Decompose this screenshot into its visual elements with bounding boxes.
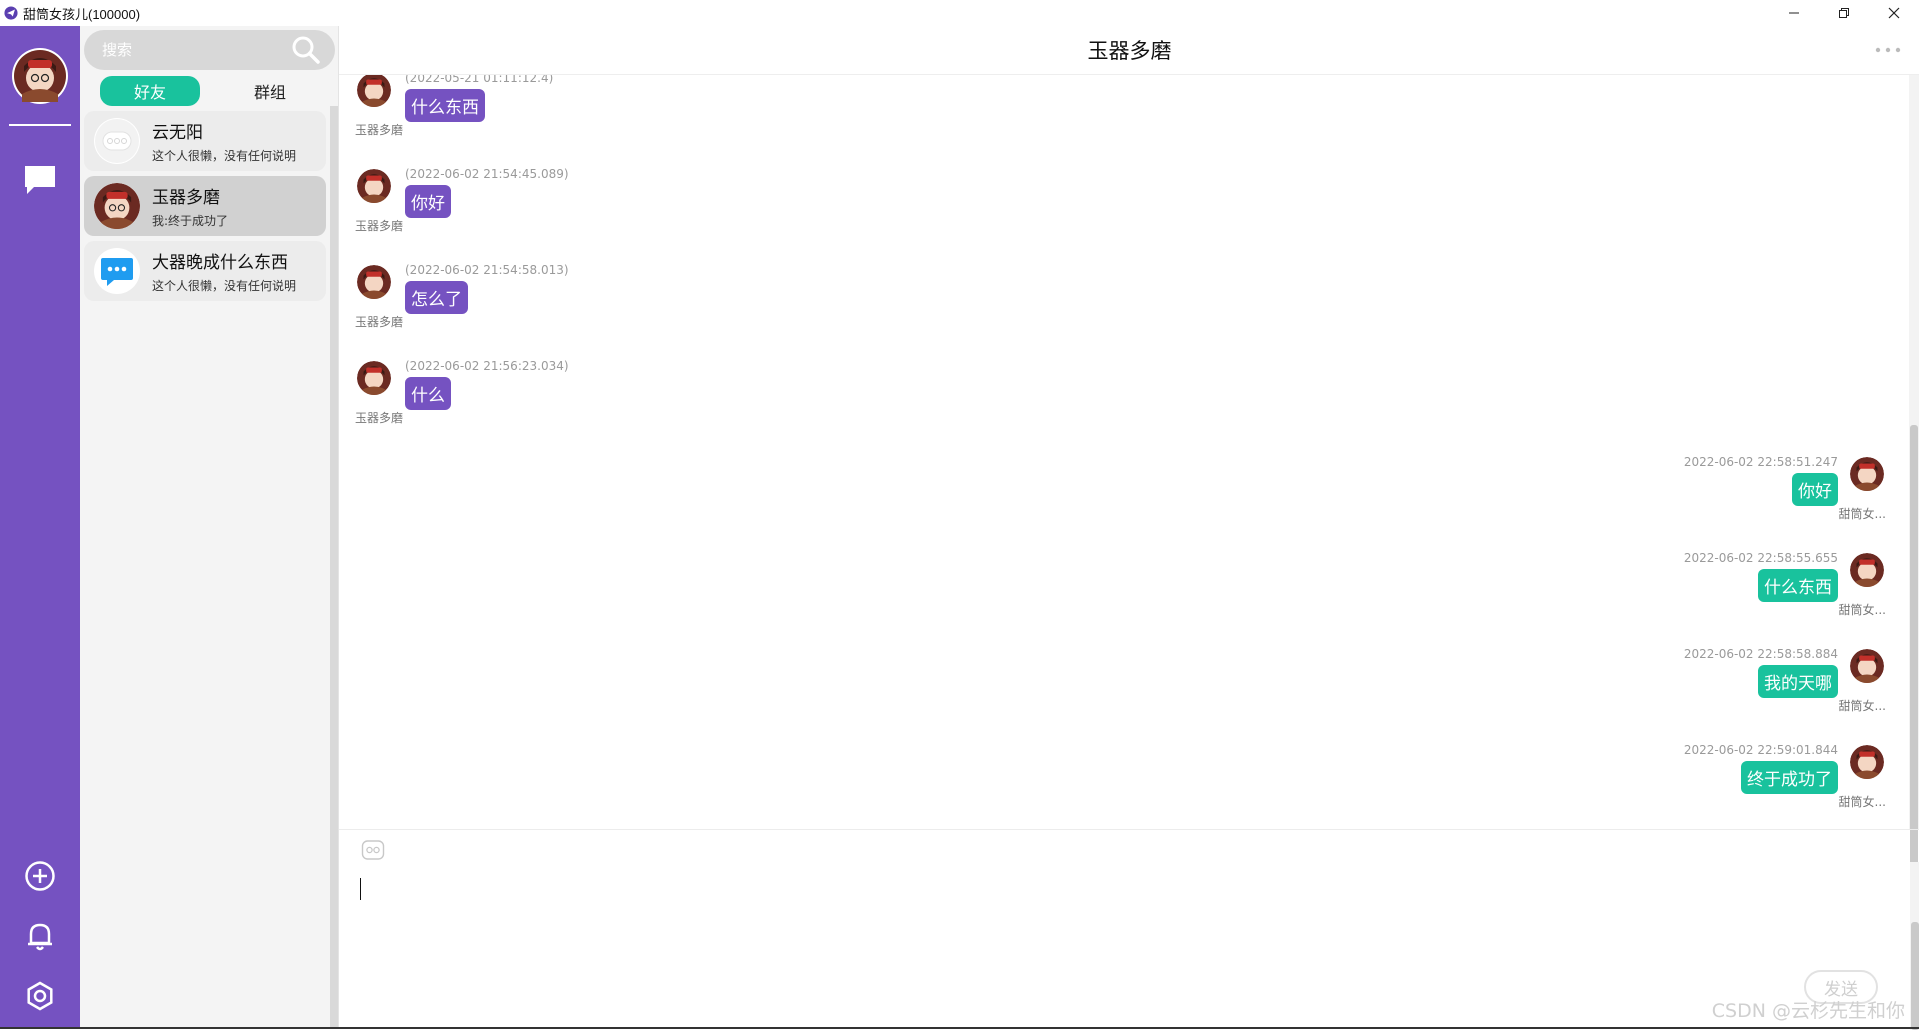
composer-scrollbar[interactable]	[1910, 862, 1919, 1030]
search-box	[84, 30, 335, 70]
sender-name: 甜筒女...	[1838, 793, 1886, 810]
contact-name: 大器晚成什么东西	[152, 248, 296, 273]
message-bubble[interactable]: 什么东西	[1758, 569, 1838, 602]
emoji-icon[interactable]	[361, 838, 385, 862]
contact-avatar	[94, 248, 140, 294]
message-bubble[interactable]: 怎么了	[405, 281, 468, 314]
minimize-icon	[1788, 7, 1800, 19]
scrollbar-thumb[interactable]	[1910, 425, 1918, 875]
settings-icon	[24, 980, 56, 1012]
restore-icon	[1838, 7, 1850, 19]
tab-friends[interactable]: 好友	[100, 76, 200, 106]
sender-avatar	[357, 75, 391, 107]
window-titlebar: 甜筒女孩儿(100000)	[0, 0, 1919, 26]
girl-avatar	[14, 50, 66, 102]
blue-chat-avatar-icon	[94, 248, 140, 294]
message-bubble[interactable]: 什么东西	[405, 89, 485, 122]
sender-name: 甜筒女...	[1838, 505, 1886, 522]
sender-avatar	[357, 361, 391, 395]
outgoing-message: 2022-06-02 22:58:58.884 我的天哪 甜筒女...	[1486, 649, 1886, 729]
message-timestamp: (2022-06-02 21:54:45.089)	[405, 167, 569, 181]
message-timestamp: 2022-06-02 22:58:55.655	[1684, 551, 1838, 565]
contact-name: 玉器多磨	[152, 183, 228, 208]
incoming-message: (2022-06-02 21:56:23.034) 什么 玉器多磨	[355, 361, 755, 441]
scrollbar-thumb[interactable]	[1911, 922, 1919, 1030]
message-timestamp: 2022-06-02 22:58:51.247	[1684, 455, 1838, 469]
outgoing-message: 2022-06-02 22:58:55.655 什么东西 甜筒女...	[1486, 553, 1886, 633]
sender-name: 玉器多磨	[355, 217, 403, 234]
message-list: (2022-05-21 01:11:12.4) 什么东西 玉器多磨 (2022-…	[339, 75, 1904, 829]
incoming-message: (2022-05-21 01:11:12.4) 什么东西 玉器多磨	[355, 75, 755, 153]
add-button[interactable]	[22, 858, 58, 894]
watermark: CSDN @云杉先生和你	[1712, 996, 1905, 1023]
minimize-button[interactable]	[1769, 0, 1819, 26]
contact-list-scrollbar[interactable]	[330, 106, 338, 1029]
message-bubble[interactable]: 你好	[405, 185, 451, 218]
tab-groups[interactable]: 群组	[220, 76, 320, 106]
sender-name: 甜筒女...	[1838, 697, 1886, 714]
contact-item[interactable]: 玉器多磨 我:终于成功了	[84, 176, 326, 236]
contact-subtitle: 这个人很懒，没有任何说明	[152, 147, 296, 164]
add-circle-icon	[24, 860, 56, 892]
contact-item[interactable]: 云无阳 这个人很懒，没有任何说明	[84, 111, 326, 171]
restore-button[interactable]	[1819, 0, 1869, 26]
message-timestamp: (2022-06-02 21:56:23.034)	[405, 359, 569, 373]
sender-avatar	[1850, 745, 1884, 779]
message-bubble[interactable]: 终于成功了	[1741, 761, 1838, 794]
side-nav	[0, 26, 80, 1029]
sender-avatar	[357, 169, 391, 203]
message-bubble[interactable]: 你好	[1792, 473, 1838, 506]
chat-title: 玉器多磨	[1088, 35, 1172, 65]
message-list-scrollbar[interactable]	[1909, 75, 1919, 829]
notifications-button[interactable]	[22, 918, 58, 954]
message-timestamp: (2022-05-21 01:11:12.4)	[405, 75, 553, 85]
close-button[interactable]	[1869, 0, 1919, 26]
close-icon	[1888, 7, 1900, 19]
outgoing-message: 2022-06-02 22:59:01.844 终于成功了 甜筒女...	[1486, 745, 1886, 825]
settings-button[interactable]	[22, 978, 58, 1014]
contacts-panel: 好友 群组 云无阳 这个人很懒，没有任何说明	[80, 26, 338, 1029]
message-timestamp: 2022-06-02 22:59:01.844	[1684, 743, 1838, 757]
search-input[interactable]	[102, 30, 292, 70]
message-timestamp: 2022-06-02 22:58:58.884	[1684, 647, 1838, 661]
chat-icon	[23, 164, 57, 196]
message-bubble[interactable]: 我的天哪	[1758, 665, 1838, 698]
contact-item[interactable]: 大器晚成什么东西 这个人很懒，没有任何说明	[84, 241, 326, 301]
bell-icon	[25, 920, 55, 952]
chat-panel: 玉器多磨 (2022-05-21 01:11:12.4) 什么东西 玉器多磨	[338, 26, 1919, 1029]
girl-avatar	[94, 183, 140, 229]
incoming-message: (2022-06-02 21:54:58.013) 怎么了 玉器多磨	[355, 265, 755, 345]
contact-avatar	[94, 183, 140, 229]
chat-header: 玉器多磨	[339, 26, 1919, 75]
sender-avatar	[1850, 649, 1884, 683]
search-icon[interactable]	[291, 35, 321, 65]
incoming-message: (2022-06-02 21:54:45.089) 你好 玉器多磨	[355, 169, 755, 249]
default-avatar-icon	[94, 118, 140, 164]
paper-plane-icon	[4, 6, 18, 20]
text-caret	[360, 878, 361, 900]
sender-avatar	[357, 265, 391, 299]
outgoing-message: 2022-06-02 22:58:51.247 你好 甜筒女...	[1486, 457, 1886, 537]
sender-name: 甜筒女...	[1838, 601, 1886, 618]
sender-avatar	[1850, 457, 1884, 491]
message-bubble[interactable]: 什么	[405, 377, 451, 410]
message-timestamp: (2022-06-02 21:54:58.013)	[405, 263, 569, 277]
message-composer: 发送	[339, 829, 1919, 1029]
user-avatar[interactable]	[12, 48, 68, 104]
contact-list: 云无阳 这个人很懒，没有任何说明 玉器多磨 我:终于成功了	[84, 111, 326, 306]
contact-subtitle: 我:终于成功了	[152, 212, 228, 229]
sender-name: 玉器多磨	[355, 121, 403, 138]
sender-name: 玉器多磨	[355, 313, 403, 330]
nav-divider	[9, 124, 71, 126]
contact-avatar	[94, 118, 140, 164]
window-title: 甜筒女孩儿(100000)	[23, 4, 140, 23]
sender-name: 玉器多磨	[355, 409, 403, 426]
chat-nav-button[interactable]	[22, 162, 58, 198]
sender-avatar	[1850, 553, 1884, 587]
more-options-icon[interactable]	[1874, 46, 1902, 54]
window-controls	[1769, 0, 1919, 26]
contact-subtitle: 这个人很懒，没有任何说明	[152, 277, 296, 294]
message-input[interactable]	[357, 870, 1877, 990]
contact-name: 云无阳	[152, 118, 296, 143]
